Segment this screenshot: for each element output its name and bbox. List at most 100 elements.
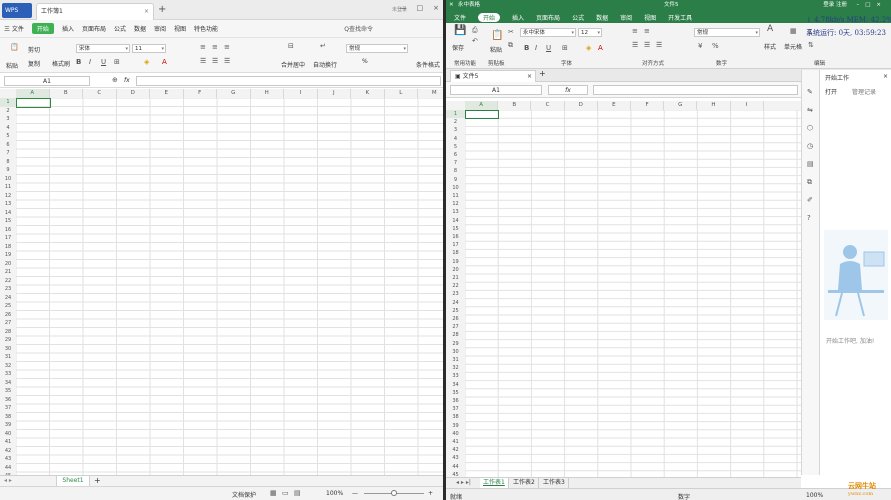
selected-cell[interactable]	[465, 110, 500, 120]
close-icon[interactable]: ×	[883, 73, 888, 80]
style-button[interactable]: 样式	[764, 42, 776, 51]
formula-input[interactable]	[593, 85, 798, 95]
column-header[interactable]: A	[16, 89, 50, 98]
row-header[interactable]: 30	[446, 347, 465, 356]
menu-item[interactable]: 插入	[62, 24, 74, 33]
font-size-combo[interactable]: 11 ▾	[132, 44, 166, 53]
menu-item[interactable]: 视图	[174, 24, 186, 33]
row-header[interactable]: 42	[0, 446, 16, 455]
row-header[interactable]: 6	[446, 151, 465, 160]
print-icon[interactable]: ⎙	[472, 26, 478, 35]
row-header[interactable]: 24	[0, 293, 16, 302]
row-header[interactable]: 34	[446, 380, 465, 389]
row-header[interactable]: 17	[0, 234, 16, 243]
row-header[interactable]: 14	[446, 216, 465, 225]
page-break-icon[interactable]: ▤	[294, 489, 301, 498]
sort-icon[interactable]: ⇅	[808, 41, 814, 50]
font-combo[interactable]: 宋体 ▾	[76, 44, 130, 53]
maximize-icon[interactable]: □	[417, 4, 424, 12]
close-tab-icon[interactable]: ×	[527, 71, 532, 82]
row-header[interactable]: 33	[446, 372, 465, 381]
merge-icon[interactable]: ⊟	[288, 42, 294, 51]
underline-icon[interactable]: U	[101, 58, 106, 67]
row-header[interactable]: 41	[446, 438, 465, 447]
font-color-icon[interactable]: A	[162, 58, 167, 67]
column-header[interactable]: L	[384, 89, 418, 98]
row-header[interactable]: 40	[446, 429, 465, 438]
row-header[interactable]: 44	[446, 462, 465, 471]
column-header[interactable]: I	[730, 101, 764, 110]
doc-protect-label[interactable]: 文档保护	[232, 490, 256, 499]
bold-icon[interactable]: B	[76, 58, 81, 67]
name-box[interactable]: A1	[4, 76, 90, 86]
name-box[interactable]: A1	[450, 85, 542, 95]
row-header[interactable]: 1	[0, 98, 16, 107]
normal-view-icon[interactable]: ▦	[270, 489, 277, 498]
row-header[interactable]: 33	[0, 370, 16, 379]
menu-item[interactable]: 三 文件	[4, 24, 24, 33]
style-icon[interactable]: A	[767, 25, 773, 34]
cut-button[interactable]: 剪切	[28, 45, 40, 54]
column-header[interactable]: E	[597, 101, 631, 110]
formula-input[interactable]	[136, 76, 441, 86]
help-icon[interactable]: ?	[807, 214, 811, 223]
align-center-icon[interactable]: ☰	[212, 57, 218, 66]
row-header[interactable]: 12	[446, 200, 465, 209]
number-format-combo[interactable]: 常规 ▾	[346, 44, 408, 53]
fill-color-icon[interactable]: ◈	[144, 58, 149, 67]
row-header[interactable]: 36	[446, 397, 465, 406]
row-header[interactable]: 22	[0, 276, 16, 285]
row-header[interactable]: 19	[446, 257, 465, 266]
column-header[interactable]: F	[631, 101, 665, 110]
copy-icon[interactable]: ⧉	[508, 41, 513, 50]
paste-button[interactable]: 粘贴	[490, 45, 502, 54]
row-header[interactable]: 27	[446, 323, 465, 332]
row-header[interactable]: 23	[0, 285, 16, 294]
row-header[interactable]: 40	[0, 429, 16, 438]
row-header[interactable]: 30	[0, 344, 16, 353]
cell-button[interactable]: 单元格	[784, 42, 802, 51]
row-header[interactable]: 11	[0, 183, 16, 192]
menu-item[interactable]: 开发工具	[668, 13, 692, 22]
row-header[interactable]: 5	[446, 142, 465, 151]
row-header[interactable]: 16	[0, 225, 16, 234]
merge-center-button[interactable]: 合并居中	[281, 60, 305, 69]
copy-icon[interactable]: ⧉	[807, 178, 812, 187]
row-header[interactable]: 16	[446, 233, 465, 242]
column-header[interactable]: K	[351, 89, 385, 98]
fx-button[interactable]: fx	[548, 85, 588, 95]
row-header[interactable]: 11	[446, 192, 465, 201]
wps-doc-tab[interactable]: 工作簿1 ×	[36, 3, 154, 20]
row-header[interactable]: 8	[446, 167, 465, 176]
menu-item[interactable]: 审阅	[154, 24, 166, 33]
row-header[interactable]: 31	[446, 356, 465, 365]
column-header[interactable]: B	[49, 89, 83, 98]
row-header[interactable]: 22	[446, 282, 465, 291]
manage-records-link[interactable]: 管理记录	[852, 87, 876, 96]
row-header[interactable]: 39	[446, 421, 465, 430]
row-header[interactable]: 23	[446, 290, 465, 299]
menu-item[interactable]: 开始	[31, 23, 54, 34]
menu-item[interactable]: 审阅	[620, 13, 632, 22]
row-header[interactable]: 28	[0, 327, 16, 336]
border-icon[interactable]: ⊞	[114, 58, 120, 67]
sheet-tab[interactable]: 工作表3	[540, 478, 569, 488]
save-icon[interactable]: 💾	[454, 26, 466, 36]
column-header[interactable]: C	[83, 89, 117, 98]
row-header[interactable]: 4	[446, 134, 465, 143]
row-header[interactable]: 35	[0, 387, 16, 396]
wps-grid[interactable]: A B C D E F G H I J K L M 1 2 3 4 5 6 7 8 9 10 11 12 13 14 15 16 17 18…	[0, 89, 443, 475]
search-command[interactable]: Q查找命令	[344, 24, 373, 33]
open-link[interactable]: 打开	[825, 87, 837, 96]
filter-icon[interactable]: ⇋	[807, 106, 813, 115]
menu-item[interactable]: 页面布局	[536, 13, 560, 22]
bold-icon[interactable]: B	[524, 44, 529, 53]
yozo-window-buttons[interactable]: –□×	[856, 0, 887, 11]
row-header[interactable]: 41	[0, 438, 16, 447]
yozo-grid[interactable]: A B C D E F G H I 1 2 3 4 5 6 7 8 9 10 11 12 13 14 15 16 17 18 19 20…	[446, 101, 801, 477]
row-header[interactable]: 44	[0, 463, 16, 472]
row-header[interactable]: 32	[0, 361, 16, 370]
italic-icon[interactable]: I	[89, 58, 91, 67]
align-left-icon[interactable]: ☰	[632, 41, 638, 50]
row-header[interactable]: 14	[0, 208, 16, 217]
